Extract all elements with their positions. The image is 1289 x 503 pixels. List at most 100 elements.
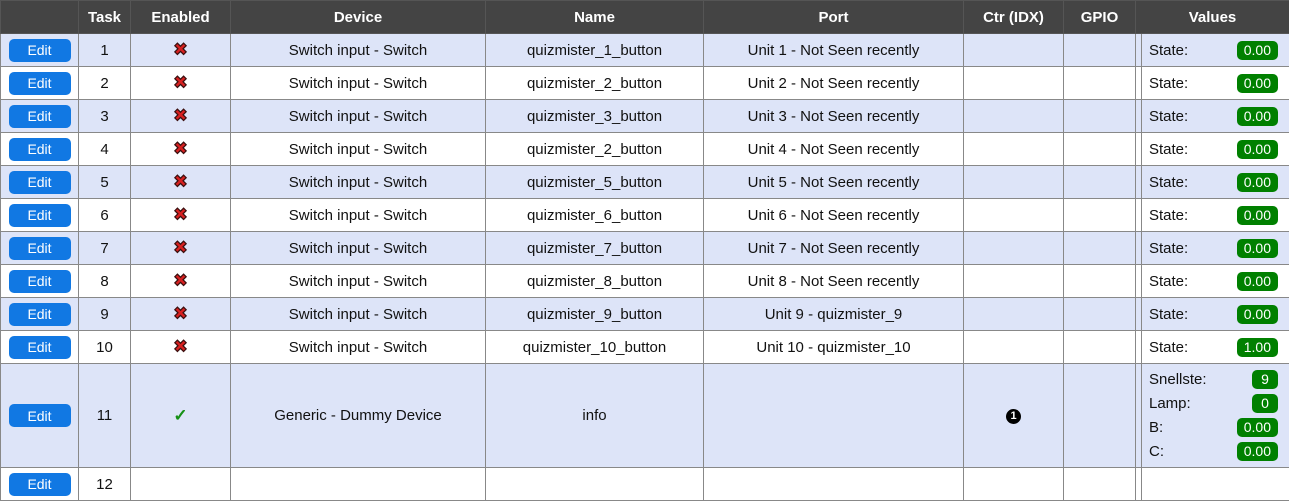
value-label: Snellste: <box>1149 371 1207 388</box>
cell-values: State: 0.00 <box>1135 66 1289 100</box>
cell-name: info <box>485 363 704 468</box>
value-label: State: <box>1149 74 1189 92</box>
value-badge: 0.00 <box>1236 205 1278 225</box>
edit-button[interactable]: Edit <box>8 302 71 326</box>
edit-button[interactable]: Edit <box>8 104 71 128</box>
cell-enabled: ✖ <box>130 198 231 232</box>
cell-name: quizmister_1_button <box>485 33 704 67</box>
cell-enabled: ✖ <box>130 99 231 133</box>
cell-device: Switch input - Switch <box>230 231 486 265</box>
cell-values: State: 0.00 <box>1135 132 1289 166</box>
value-row: State: 0.00 <box>1142 104 1284 128</box>
cell-gpio <box>1063 165 1136 199</box>
table-row: Edit 6 ✖ Switch input - Switch quizmister_6_… <box>0 198 1289 232</box>
value-badge: 0.00 <box>1236 238 1278 258</box>
cell-values: State: 0.00 <box>1135 99 1289 133</box>
cell-edit: Edit <box>0 467 79 501</box>
cell-port: Unit 7 - Not Seen recently <box>703 231 964 265</box>
cell-ctr-idx <box>963 467 1064 501</box>
cell-name: quizmister_10_button <box>485 330 704 364</box>
value-label: State: <box>1149 41 1189 59</box>
cell-name: quizmister_2_button <box>485 132 704 166</box>
column-header-task: Task <box>78 0 131 34</box>
edit-button[interactable]: Edit <box>8 170 71 194</box>
table-row: Edit 3 ✖ Switch input - Switch quizmister_3_… <box>0 99 1289 133</box>
cell-port <box>703 363 964 468</box>
cell-name: quizmister_7_button <box>485 231 704 265</box>
cell-task-number: 1 <box>78 33 131 67</box>
cell-gpio <box>1063 467 1136 501</box>
cell-values <box>1135 467 1289 501</box>
cell-edit: Edit <box>0 231 79 265</box>
edit-button[interactable]: Edit <box>8 335 71 359</box>
cell-task-number: 12 <box>78 467 131 501</box>
edit-button[interactable]: Edit <box>8 269 71 293</box>
cell-gpio <box>1063 66 1136 100</box>
table-row: Edit 4 ✖ Switch input - Switch quizmister_2_… <box>0 132 1289 166</box>
cell-ctr-idx <box>963 33 1064 67</box>
edit-button[interactable]: Edit <box>8 38 71 62</box>
cell-values: State: 0.00 <box>1135 264 1289 298</box>
edit-button[interactable]: Edit <box>8 236 71 260</box>
cell-device: Switch input - Switch <box>230 198 486 232</box>
cell-gpio <box>1063 99 1136 133</box>
cell-port <box>703 467 964 501</box>
cell-device: Switch input - Switch <box>230 297 486 331</box>
cell-ctr-idx <box>963 330 1064 364</box>
edit-button[interactable]: Edit <box>8 203 71 227</box>
cell-ctr-idx <box>963 198 1064 232</box>
cell-enabled: ✖ <box>130 264 231 298</box>
cell-port: Unit 4 - Not Seen recently <box>703 132 964 166</box>
cell-device: Generic - Dummy Device <box>230 363 486 468</box>
circled-number-icon: 1 <box>1006 408 1021 424</box>
cell-ctr-idx <box>963 66 1064 100</box>
cell-edit: Edit <box>0 264 79 298</box>
cell-enabled: ✖ <box>130 231 231 265</box>
cell-device: Switch input - Switch <box>230 33 486 67</box>
cross-mark-icon: ✖ <box>173 271 188 290</box>
column-header-name: Name <box>485 0 704 34</box>
cell-port: Unit 9 - quizmister_9 <box>703 297 964 331</box>
cell-ctr-idx <box>963 297 1064 331</box>
column-header-values: Values <box>1135 0 1289 34</box>
value-label: State: <box>1149 305 1189 323</box>
value-label: B: <box>1149 419 1164 436</box>
cross-mark-icon: ✖ <box>173 205 188 224</box>
value-row: State: 0.00 <box>1142 203 1284 227</box>
values-list: State: 1.00 <box>1141 331 1284 363</box>
edit-button[interactable]: Edit <box>8 71 71 95</box>
value-row: C: 0.00 <box>1142 440 1284 464</box>
value-row: Snellste: 9 <box>1142 368 1284 392</box>
cell-enabled: ✖ <box>130 330 231 364</box>
values-list: State: 0.00 <box>1141 100 1284 132</box>
value-badge: 0.00 <box>1236 73 1278 93</box>
cell-port: Unit 6 - Not Seen recently <box>703 198 964 232</box>
values-list: State: 0.00 <box>1141 232 1284 264</box>
cell-gpio <box>1063 264 1136 298</box>
cell-ctr-idx <box>963 99 1064 133</box>
cell-edit: Edit <box>0 66 79 100</box>
cell-enabled <box>130 467 231 501</box>
edit-button[interactable]: Edit <box>8 137 71 161</box>
table-row: Edit 10 ✖ Switch input - Switch quizmister_1… <box>0 330 1289 364</box>
edit-button[interactable]: Edit <box>8 404 71 427</box>
edit-button[interactable]: Edit <box>8 472 71 496</box>
cell-name: quizmister_5_button <box>485 165 704 199</box>
value-row: Lamp: 0 <box>1142 392 1284 416</box>
cell-enabled: ✖ <box>130 66 231 100</box>
value-label: State: <box>1149 206 1189 224</box>
cell-gpio <box>1063 297 1136 331</box>
cell-values: State: 0.00 <box>1135 297 1289 331</box>
value-label: State: <box>1149 239 1189 257</box>
value-row: State: 0.00 <box>1142 38 1284 62</box>
table-row: Edit 5 ✖ Switch input - Switch quizmister_5_… <box>0 165 1289 199</box>
cell-ctr-idx <box>963 132 1064 166</box>
cell-gpio <box>1063 231 1136 265</box>
cell-device <box>230 467 486 501</box>
cross-mark-icon: ✖ <box>173 337 188 356</box>
value-badge: 0.00 <box>1236 271 1278 291</box>
cell-port: Unit 10 - quizmister_10 <box>703 330 964 364</box>
value-badge: 9 <box>1252 370 1278 389</box>
cell-name <box>485 467 704 501</box>
cell-task-number: 8 <box>78 264 131 298</box>
